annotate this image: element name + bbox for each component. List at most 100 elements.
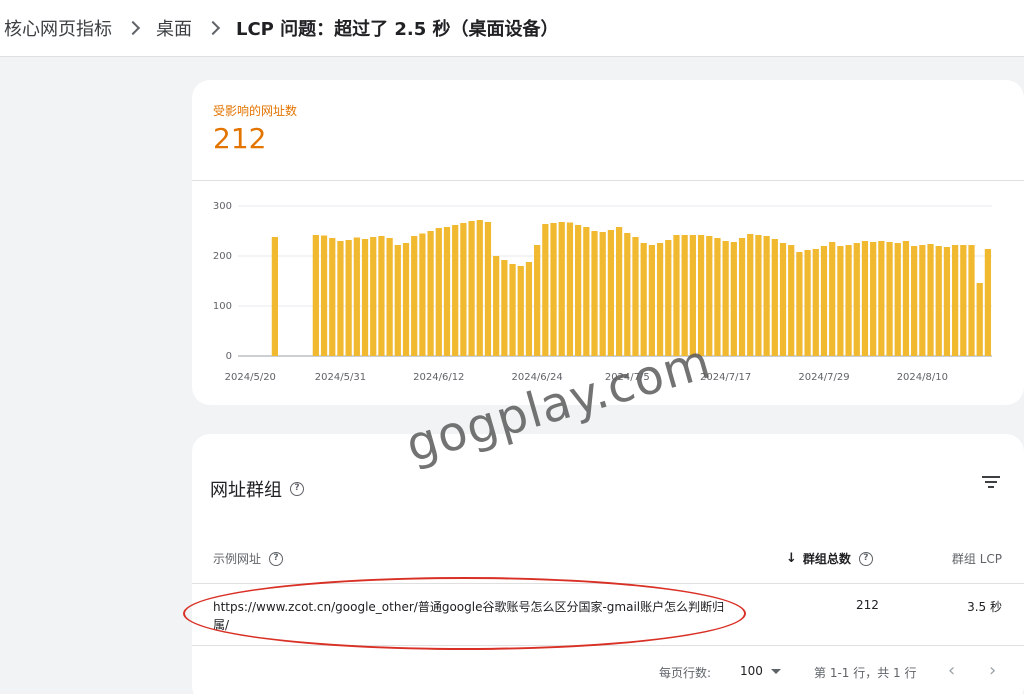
chart-bar[interactable] — [935, 246, 942, 356]
chart-bar[interactable] — [861, 241, 869, 356]
chart-bar[interactable] — [804, 250, 811, 356]
chart-bar[interactable] — [984, 249, 992, 356]
chart-bar[interactable] — [411, 236, 418, 356]
chart-bar[interactable] — [911, 246, 918, 356]
next-page-icon[interactable]: › — [989, 660, 996, 681]
chart-bar[interactable] — [624, 233, 631, 356]
chart-bar[interactable] — [943, 247, 951, 356]
y-tick-label: 200 — [213, 251, 232, 262]
chart-bar[interactable] — [697, 235, 705, 356]
breadcrumb-desktop[interactable]: 桌面 — [156, 15, 192, 41]
chart-bar[interactable] — [542, 224, 549, 356]
chart-bar[interactable] — [534, 245, 541, 356]
chart-bar[interactable] — [706, 236, 713, 356]
chart-bar[interactable] — [361, 239, 369, 356]
chart-bar[interactable] — [656, 243, 664, 356]
chart-bar[interactable] — [386, 238, 393, 356]
chart-bar[interactable] — [796, 252, 803, 356]
chart-bar[interactable] — [435, 228, 442, 356]
column-header-url[interactable]: 示例网址 ? — [213, 550, 284, 567]
chart-bar[interactable] — [886, 242, 893, 356]
chart-bar[interactable] — [443, 227, 451, 356]
chart-bar[interactable] — [378, 236, 385, 356]
chart-bar[interactable] — [566, 222, 574, 357]
chart-bar[interactable] — [968, 245, 975, 356]
chart-bar[interactable] — [845, 245, 852, 356]
chart-bar[interactable] — [427, 231, 434, 356]
chart-bar[interactable] — [517, 266, 524, 356]
chart-bar[interactable] — [829, 242, 836, 356]
chart-bar[interactable] — [927, 244, 934, 356]
rows-per-page-select[interactable]: 100 — [740, 664, 781, 678]
chart-bar[interactable] — [722, 241, 729, 356]
chart-bar[interactable] — [320, 235, 328, 357]
chart-bar[interactable] — [714, 238, 721, 356]
chart-bar[interactable] — [550, 223, 557, 356]
column-header-total[interactable]: ↓ 群组总数 ? — [786, 550, 873, 567]
chart-bar[interactable] — [665, 240, 672, 356]
chart-bar[interactable] — [271, 237, 278, 356]
chart-bar[interactable] — [337, 241, 344, 356]
chart-bar[interactable] — [747, 234, 754, 356]
affected-urls-card: 受影响的网址数 212 0 100 200 300 2024/5/20 2024/5/31… — [192, 80, 1024, 405]
chart-bar[interactable] — [976, 283, 983, 356]
filter-icon[interactable] — [982, 476, 1000, 490]
breadcrumb-core-web-vitals[interactable]: 核心网页指标 — [4, 15, 112, 41]
chart-bar[interactable] — [960, 245, 967, 356]
chart-bar[interactable] — [558, 222, 565, 356]
chart-bar[interactable] — [812, 249, 819, 356]
chart-bar[interactable] — [599, 232, 606, 356]
chart-bar[interactable] — [738, 238, 746, 356]
chart-bar[interactable] — [632, 237, 639, 356]
chart-bar[interactable] — [353, 237, 360, 357]
table-row-url[interactable]: https://www.zcot.cn/google_other/普通googl… — [213, 598, 733, 634]
chart-bar[interactable] — [525, 262, 533, 356]
chart-bar[interactable] — [820, 246, 828, 356]
chart-bar[interactable] — [501, 260, 508, 356]
chart-bar[interactable] — [870, 242, 877, 356]
chart-bar[interactable] — [509, 264, 516, 356]
chart-bar[interactable] — [476, 220, 483, 356]
chart-bar[interactable] — [878, 241, 885, 356]
chart-bar[interactable] — [730, 242, 737, 356]
url-groups-card: 网址群组 ? 示例网址 ? ↓ 群组总数 ? 群组 LCP https://ww… — [192, 434, 1024, 694]
chart-bar[interactable] — [615, 227, 623, 356]
chart-bar[interactable] — [583, 227, 590, 356]
chart-bar[interactable] — [607, 230, 615, 356]
chart-bar[interactable] — [894, 243, 901, 356]
chart-bar[interactable] — [779, 243, 787, 356]
chart-bar[interactable] — [394, 245, 401, 356]
chart-bar[interactable] — [591, 231, 598, 356]
chart-bar[interactable] — [575, 225, 582, 356]
chart-bar[interactable] — [312, 235, 319, 356]
chart-bar[interactable] — [788, 245, 795, 356]
column-header-lcp[interactable]: 群组 LCP — [952, 550, 1002, 567]
chart-bar[interactable] — [853, 243, 860, 356]
chart-bar[interactable] — [452, 225, 459, 356]
chart-bar[interactable] — [370, 237, 377, 356]
chart-bar[interactable] — [345, 240, 352, 356]
chart-bar[interactable] — [755, 235, 762, 356]
chart-bar[interactable] — [402, 243, 410, 356]
chart-bar[interactable] — [763, 236, 770, 356]
chart-bar[interactable] — [919, 245, 926, 356]
chart-bar[interactable] — [689, 235, 696, 356]
chart-bar[interactable] — [460, 223, 467, 356]
chart-bar[interactable] — [673, 235, 680, 356]
chart-bar[interactable] — [493, 256, 500, 356]
chart-bar[interactable] — [419, 233, 426, 357]
help-icon[interactable]: ? — [858, 551, 873, 566]
chart-bar[interactable] — [640, 243, 647, 356]
chart-bar[interactable] — [484, 222, 492, 356]
chart-bar[interactable] — [329, 238, 336, 356]
chart-bar[interactable] — [468, 221, 475, 356]
previous-page-icon[interactable]: ‹ — [948, 660, 955, 681]
help-icon[interactable]: ? — [290, 482, 304, 496]
chart-bar[interactable] — [902, 241, 910, 356]
chart-bar[interactable] — [771, 239, 778, 356]
chart-bar[interactable] — [837, 246, 844, 356]
chart-bar[interactable] — [681, 235, 688, 356]
chart-bar[interactable] — [648, 245, 655, 356]
help-icon[interactable]: ? — [269, 551, 284, 566]
chart-bar[interactable] — [952, 245, 959, 356]
